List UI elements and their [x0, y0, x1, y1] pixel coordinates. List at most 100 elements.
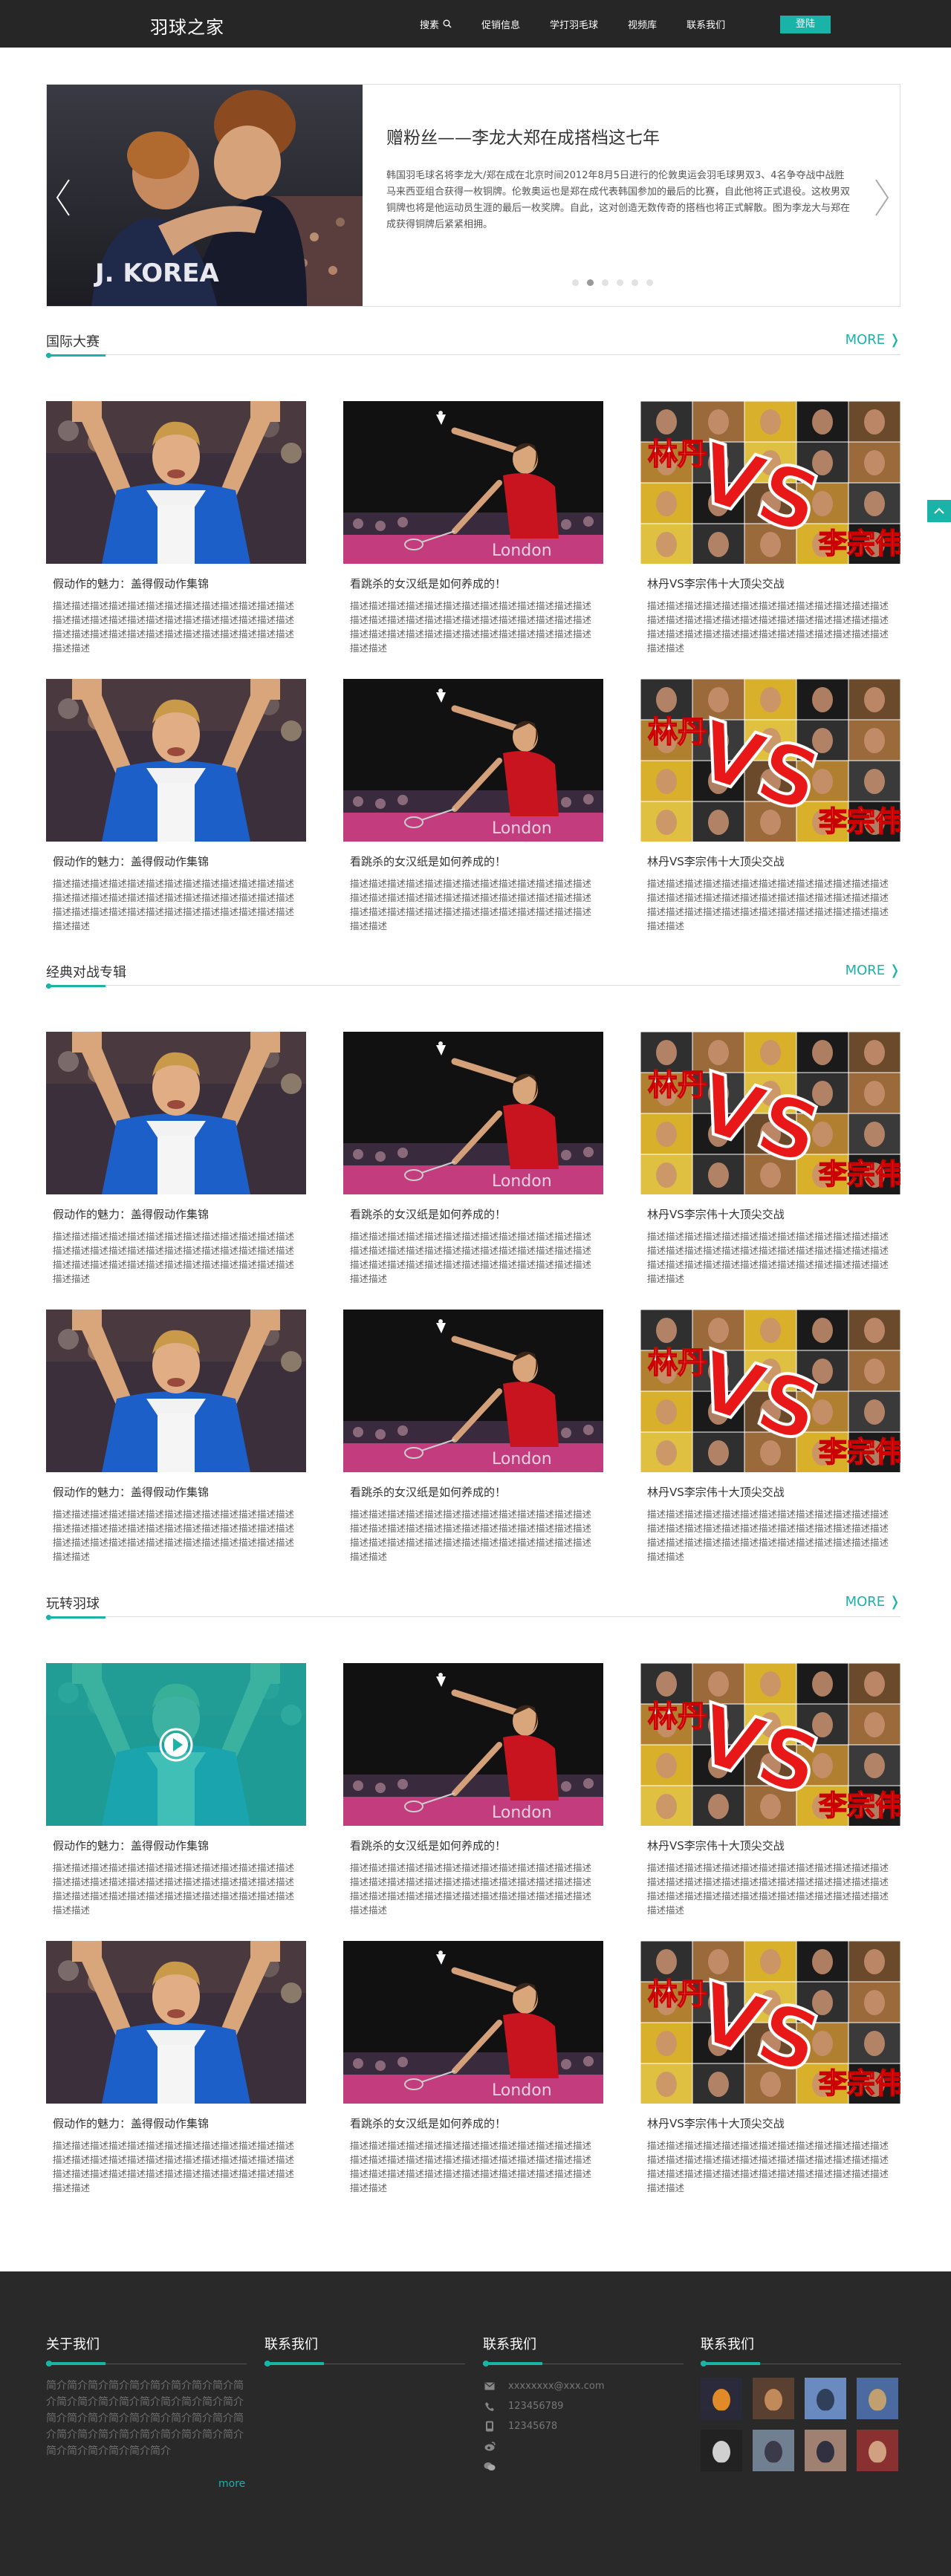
article-thumbnail[interactable] [46, 679, 306, 842]
gallery-thumbnail[interactable] [805, 2378, 846, 2419]
article-card[interactable]: London 看跳杀的女汉纸是如何养成的！ 描述描述描述描述描述描述描述描述描述… [343, 1663, 603, 1917]
section-title: 国际大赛 [46, 334, 100, 350]
hero-slider: J. KOREA 赠粉丝——李龙大郑在成搭档这七年 韩国羽毛球名将李龙大/郑在成… [46, 84, 900, 307]
chevron-up-icon [934, 507, 944, 514]
gallery-thumbnail[interactable] [857, 2378, 898, 2419]
article-card[interactable]: 林丹 VS 李宗伟 林丹VS李宗伟十大顶尖交战 描述描述描述描述描述描述描述描述… [640, 1032, 900, 1286]
search-icon [443, 19, 452, 28]
article-thumbnail[interactable]: London [343, 1663, 603, 1826]
slider-dot[interactable] [632, 279, 638, 286]
article-card[interactable]: 林丹 VS 李宗伟 林丹VS李宗伟十大顶尖交战 描述描述描述描述描述描述描述描述… [640, 679, 900, 933]
article-title[interactable]: 假动作的魅力：盖得假动作集锦 [46, 853, 306, 869]
article-title[interactable]: 林丹VS李宗伟十大顶尖交战 [640, 853, 900, 869]
article-card[interactable]: 假动作的魅力：盖得假动作集锦 描述描述描述描述描述描述描述描述描述描述描述描述描… [46, 1941, 306, 2195]
hero-title[interactable]: 赠粉丝——李龙大郑在成搭档这七年 [386, 123, 660, 149]
nav-learn-badminton[interactable]: 学打羽毛球 [550, 17, 598, 31]
article-title[interactable]: 林丹VS李宗伟十大顶尖交战 [640, 1206, 900, 1222]
nav-video-library[interactable]: 视频库 [628, 17, 657, 31]
contact-item: xxxxxxxx@xxx.com [483, 2376, 684, 2396]
back-to-top-button[interactable] [927, 500, 951, 522]
article-title[interactable]: 假动作的魅力：盖得假动作集锦 [46, 1206, 306, 1222]
article-card[interactable]: London 看跳杀的女汉纸是如何养成的！ 描述描述描述描述描述描述描述描述描述… [343, 1941, 603, 2195]
svg-text:林丹: 林丹 [648, 1068, 707, 1102]
section-more-link[interactable]: MORE ❭ [845, 963, 900, 978]
slider-dot[interactable] [646, 279, 653, 286]
article-thumbnail[interactable]: 林丹 VS 李宗伟 [640, 679, 900, 842]
article-thumbnail[interactable] [46, 1941, 306, 2104]
article-title[interactable]: 林丹VS李宗伟十大顶尖交战 [640, 576, 900, 591]
article-card[interactable]: 林丹 VS 李宗伟 林丹VS李宗伟十大顶尖交战 描述描述描述描述描述描述描述描述… [640, 401, 900, 655]
hero-image[interactable]: J. KOREA [47, 85, 363, 306]
article-title[interactable]: 假动作的魅力：盖得假动作集锦 [46, 576, 306, 591]
site-logo[interactable]: 羽球之家 [150, 13, 224, 39]
article-thumbnail[interactable] [46, 1663, 306, 1826]
article-title[interactable]: 假动作的魅力：盖得假动作集锦 [46, 1838, 306, 1853]
section-play-badminton: 玩转羽球 MORE ❭ 假动作的魅力：盖得假动作集锦 描述描述描述描述描述描述描… [46, 1587, 900, 2193]
article-card[interactable]: 林丹 VS 李宗伟 林丹VS李宗伟十大顶尖交战 描述描述描述描述描述描述描述描述… [640, 1941, 900, 2195]
article-card[interactable]: 林丹 VS 李宗伟 林丹VS李宗伟十大顶尖交战 描述描述描述描述描述描述描述描述… [640, 1663, 900, 1917]
article-thumbnail[interactable]: 林丹 VS 李宗伟 [640, 1941, 900, 2104]
article-thumbnail[interactable]: London [343, 1310, 603, 1472]
article-thumbnail[interactable]: London [343, 1941, 603, 2104]
section-more-link[interactable]: MORE ❭ [845, 1594, 900, 1610]
play-icon[interactable] [158, 1726, 195, 1763]
gallery-thumbnail[interactable] [753, 2378, 794, 2419]
article-title[interactable]: 林丹VS李宗伟十大顶尖交战 [640, 1484, 900, 1500]
article-thumbnail[interactable]: 林丹 VS 李宗伟 [640, 401, 900, 564]
article-thumbnail[interactable]: London [343, 401, 603, 564]
article-title[interactable]: 林丹VS李宗伟十大顶尖交战 [640, 1838, 900, 1853]
contact-item: 123456789 [483, 2396, 684, 2416]
footer-about-more-link[interactable]: more [218, 2478, 245, 2490]
article-thumbnail[interactable]: 林丹 VS 李宗伟 [640, 1663, 900, 1826]
article-card[interactable]: 假动作的魅力：盖得假动作集锦 描述描述描述描述描述描述描述描述描述描述描述描述描… [46, 1310, 306, 1564]
gallery-thumbnail[interactable] [857, 2430, 898, 2471]
article-title[interactable]: 看跳杀的女汉纸是如何养成的！ [343, 853, 603, 869]
article-description: 描述描述描述描述描述描述描述描述描述描述描述描述描述描述描述描述描述描述描述描述… [350, 878, 592, 931]
section-more-link[interactable]: MORE ❭ [845, 332, 900, 348]
article-description: 描述描述描述描述描述描述描述描述描述描述描述描述描述描述描述描述描述描述描述描述… [53, 1231, 295, 1284]
article-title[interactable]: 假动作的魅力：盖得假动作集锦 [46, 1484, 306, 1500]
article-title[interactable]: 看跳杀的女汉纸是如何养成的！ [343, 1838, 603, 1853]
article-thumbnail[interactable] [46, 401, 306, 564]
nav-search-label: 搜素 [420, 19, 440, 31]
article-card[interactable]: 假动作的魅力：盖得假动作集锦 描述描述描述描述描述描述描述描述描述描述描述描述描… [46, 1663, 306, 1917]
slider-prev-button[interactable] [53, 175, 75, 220]
gallery-thumbnail[interactable] [701, 2430, 742, 2471]
article-thumbnail[interactable] [46, 1310, 306, 1472]
svg-text:林丹: 林丹 [648, 715, 707, 749]
nav-promotions[interactable]: 促销信息 [481, 17, 520, 31]
nav-contact[interactable]: 联系我们 [687, 17, 725, 31]
footer-contact-1: 联系我们 [264, 2334, 465, 2367]
slider-dot[interactable] [587, 279, 594, 286]
article-card[interactable]: London 看跳杀的女汉纸是如何养成的！ 描述描述描述描述描述描述描述描述描述… [343, 1032, 603, 1286]
article-thumbnail[interactable]: London [343, 1032, 603, 1194]
slider-dot[interactable] [617, 279, 623, 286]
article-title[interactable]: 看跳杀的女汉纸是如何养成的！ [343, 2115, 603, 2131]
nav-search[interactable]: 搜素 [420, 17, 452, 31]
gallery-thumbnail[interactable] [753, 2430, 794, 2471]
slider-dot[interactable] [602, 279, 608, 286]
article-card[interactable]: 假动作的魅力：盖得假动作集锦 描述描述描述描述描述描述描述描述描述描述描述描述描… [46, 401, 306, 655]
article-card[interactable]: 假动作的魅力：盖得假动作集锦 描述描述描述描述描述描述描述描述描述描述描述描述描… [46, 1032, 306, 1286]
article-title[interactable]: 看跳杀的女汉纸是如何养成的！ [343, 1206, 603, 1222]
article-card[interactable]: London 看跳杀的女汉纸是如何养成的！ 描述描述描述描述描述描述描述描述描述… [343, 679, 603, 933]
article-card[interactable]: 假动作的魅力：盖得假动作集锦 描述描述描述描述描述描述描述描述描述描述描述描述描… [46, 679, 306, 933]
gallery-thumbnail[interactable] [805, 2430, 846, 2471]
login-button[interactable]: 登陆 [780, 16, 831, 33]
article-title[interactable]: 林丹VS李宗伟十大顶尖交战 [640, 2115, 900, 2131]
article-card[interactable]: London 看跳杀的女汉纸是如何养成的！ 描述描述描述描述描述描述描述描述描述… [343, 401, 603, 655]
weibo-icon [483, 2442, 496, 2452]
article-thumbnail[interactable]: London [343, 679, 603, 842]
article-thumbnail[interactable]: 林丹 VS 李宗伟 [640, 1032, 900, 1194]
article-title[interactable]: 假动作的魅力：盖得假动作集锦 [46, 2115, 306, 2131]
article-title[interactable]: 看跳杀的女汉纸是如何养成的！ [343, 1484, 603, 1500]
gallery-thumbnail[interactable] [701, 2378, 742, 2419]
slider-dot[interactable] [572, 279, 579, 286]
article-card[interactable]: London 看跳杀的女汉纸是如何养成的！ 描述描述描述描述描述描述描述描述描述… [343, 1310, 603, 1564]
article-thumbnail[interactable] [46, 1032, 306, 1194]
article-thumbnail[interactable]: 林丹 VS 李宗伟 [640, 1310, 900, 1472]
article-description: 描述描述描述描述描述描述描述描述描述描述描述描述描述描述描述描述描述描述描述描述… [53, 1862, 295, 1916]
slider-next-button[interactable] [870, 175, 892, 220]
article-title[interactable]: 看跳杀的女汉纸是如何养成的！ [343, 576, 603, 591]
article-card[interactable]: 林丹 VS 李宗伟 林丹VS李宗伟十大顶尖交战 描述描述描述描述描述描述描述描述… [640, 1310, 900, 1564]
